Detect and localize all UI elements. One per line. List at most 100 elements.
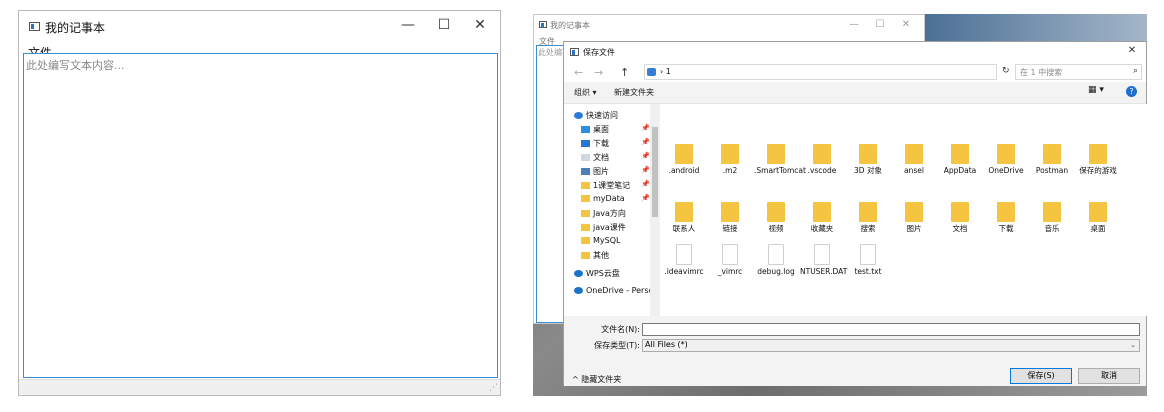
dialog-title-bar[interactable]: 保存文件 ✕ [564,42,1146,62]
scrollbar-thumb[interactable] [652,127,658,217]
file-name: 联系人 [672,224,696,233]
tree-item[interactable]: Java方向 [581,208,626,219]
folder-icon [581,252,590,259]
title-bar[interactable]: 我的记事本 — ☐ ✕ [19,11,500,41]
folder-icon [1089,202,1107,222]
up-icon[interactable]: ↑ [620,66,629,79]
folder-item[interactable]: 文档 [938,202,982,234]
filetype-label: 保存类型(T): [594,341,640,350]
pin-icon: 📌 [641,124,650,132]
folder-icon [581,224,590,231]
notepad-window: 我的记事本 — ☐ ✕ 文件 此处编写文本内容... ⋰ [18,10,501,396]
folder-item[interactable]: ansel [892,144,936,176]
file-name: debug.log [757,267,795,276]
folder-item[interactable]: 图片 [892,202,936,234]
tree-item[interactable]: java课件 [581,222,626,233]
folder-item[interactable]: 链接 [708,202,752,234]
download-icon [581,140,590,147]
folder-item[interactable]: 保存的游戏 [1076,144,1120,176]
file-name: 视频 [768,224,784,233]
tree-item[interactable]: 文档 [581,152,609,163]
tree-item[interactable]: myData [581,194,625,203]
folder-item[interactable]: Postman [1030,144,1074,176]
file-name: 下载 [998,224,1014,233]
folder-item[interactable]: AppData [938,144,982,176]
minimize-button[interactable]: — [842,19,866,30]
tree-item-label: 图片 [593,167,609,176]
maximize-button[interactable]: ☐ [868,19,892,30]
close-button[interactable]: ✕ [465,17,495,33]
folder-item[interactable]: .vscode [800,144,844,176]
folder-item[interactable]: 3D 对象 [846,144,890,176]
folder-icon [997,144,1015,164]
command-bar: 组织 ▾ 新建文件夹 ▦ ▾ ? [564,82,1146,104]
folder-item[interactable]: 视频 [754,202,798,234]
tree-item[interactable]: 其他 [581,250,609,261]
folder-icon [581,195,590,202]
folder-item[interactable]: 桌面 [1076,202,1120,234]
folder-item[interactable]: .m2 [708,144,752,176]
maximize-button[interactable]: ☐ [429,17,459,33]
folder-icon [997,202,1015,222]
desktop-icon [581,126,590,133]
filename-input[interactable] [642,323,1140,336]
file-item[interactable]: test.txt [846,244,890,277]
organize-button[interactable]: 组织 ▾ [574,87,597,98]
close-button[interactable]: ✕ [1120,45,1144,56]
tree-item-label: OneDrive - Persc [586,286,653,295]
new-folder-button[interactable]: 新建文件夹 [614,87,654,98]
folder-item[interactable]: .android [662,144,706,176]
tree-item[interactable]: 快速访问 [574,110,618,121]
tree-item[interactable]: 下载 [581,138,609,149]
tree-item[interactable]: 1课堂笔记 [581,180,630,191]
folder-item[interactable]: 音乐 [1030,202,1074,234]
filetype-select[interactable]: All Files (*) ⌄ [642,339,1140,352]
text-editor[interactable]: 此处编写文本内容... [23,53,498,378]
file-name: .SmartTomcat [754,166,806,175]
dialog-title: 保存文件 [583,48,615,57]
search-icon[interactable]: ⌕ [1133,66,1138,76]
folder-item[interactable]: 搜索 [846,202,890,234]
close-button[interactable]: ✕ [894,19,918,30]
folder-item[interactable]: 联系人 [662,202,706,234]
back-icon[interactable]: ← [574,66,583,79]
folder-icon [951,202,969,222]
file-name: OneDrive [988,166,1024,175]
file-item[interactable]: debug.log [754,244,798,277]
address-bar[interactable]: › 1 [644,64,997,80]
pin-icon: 📌 [641,166,650,174]
folder-icon [721,144,739,164]
help-icon[interactable]: ? [1126,86,1137,97]
file-name: 音乐 [1044,224,1060,233]
search-box[interactable]: 在 1 中搜索 ⌕ [1015,64,1142,80]
refresh-icon[interactable]: ↻ [1002,66,1010,76]
save-button[interactable]: 保存(S) [1010,368,1072,384]
chevron-down-icon[interactable]: ⌄ [1130,341,1136,349]
cancel-button[interactable]: 取消 [1078,368,1140,384]
file-item[interactable]: _vimrc [708,244,752,277]
cloud-icon [574,270,583,277]
view-options-icon[interactable]: ▦ ▾ [1088,85,1104,95]
minimize-button[interactable]: — [393,17,423,33]
file-item[interactable]: NTUSER.DAT [800,244,847,277]
folder-item[interactable]: OneDrive [984,144,1028,176]
file-name: .vscode [807,166,837,175]
folder-item[interactable]: .SmartTomcat [754,144,806,176]
resize-grip-icon[interactable]: ⋰ [489,383,498,393]
tree-item[interactable]: OneDrive - Persc [574,286,653,295]
hide-folders-toggle[interactable]: ^ 隐藏文件夹 [572,374,621,385]
forward-icon[interactable]: → [594,66,603,79]
file-name: 搜索 [860,224,876,233]
tree-item[interactable]: WPS云盘 [574,268,620,279]
file-item[interactable]: .ideavimrc [662,244,706,277]
picture-icon [581,168,590,175]
tree-scrollbar[interactable] [650,104,660,316]
tree-item[interactable]: 桌面 [581,124,609,135]
tree-item[interactable]: MySQL [581,236,620,245]
folder-item[interactable]: 下载 [984,202,1028,234]
folder-icon [581,237,590,244]
tree-item[interactable]: 图片 [581,166,609,177]
tree-item-label: 下载 [593,139,609,148]
folder-item[interactable]: 收藏夹 [800,202,844,234]
file-name: _vimrc [717,267,743,276]
